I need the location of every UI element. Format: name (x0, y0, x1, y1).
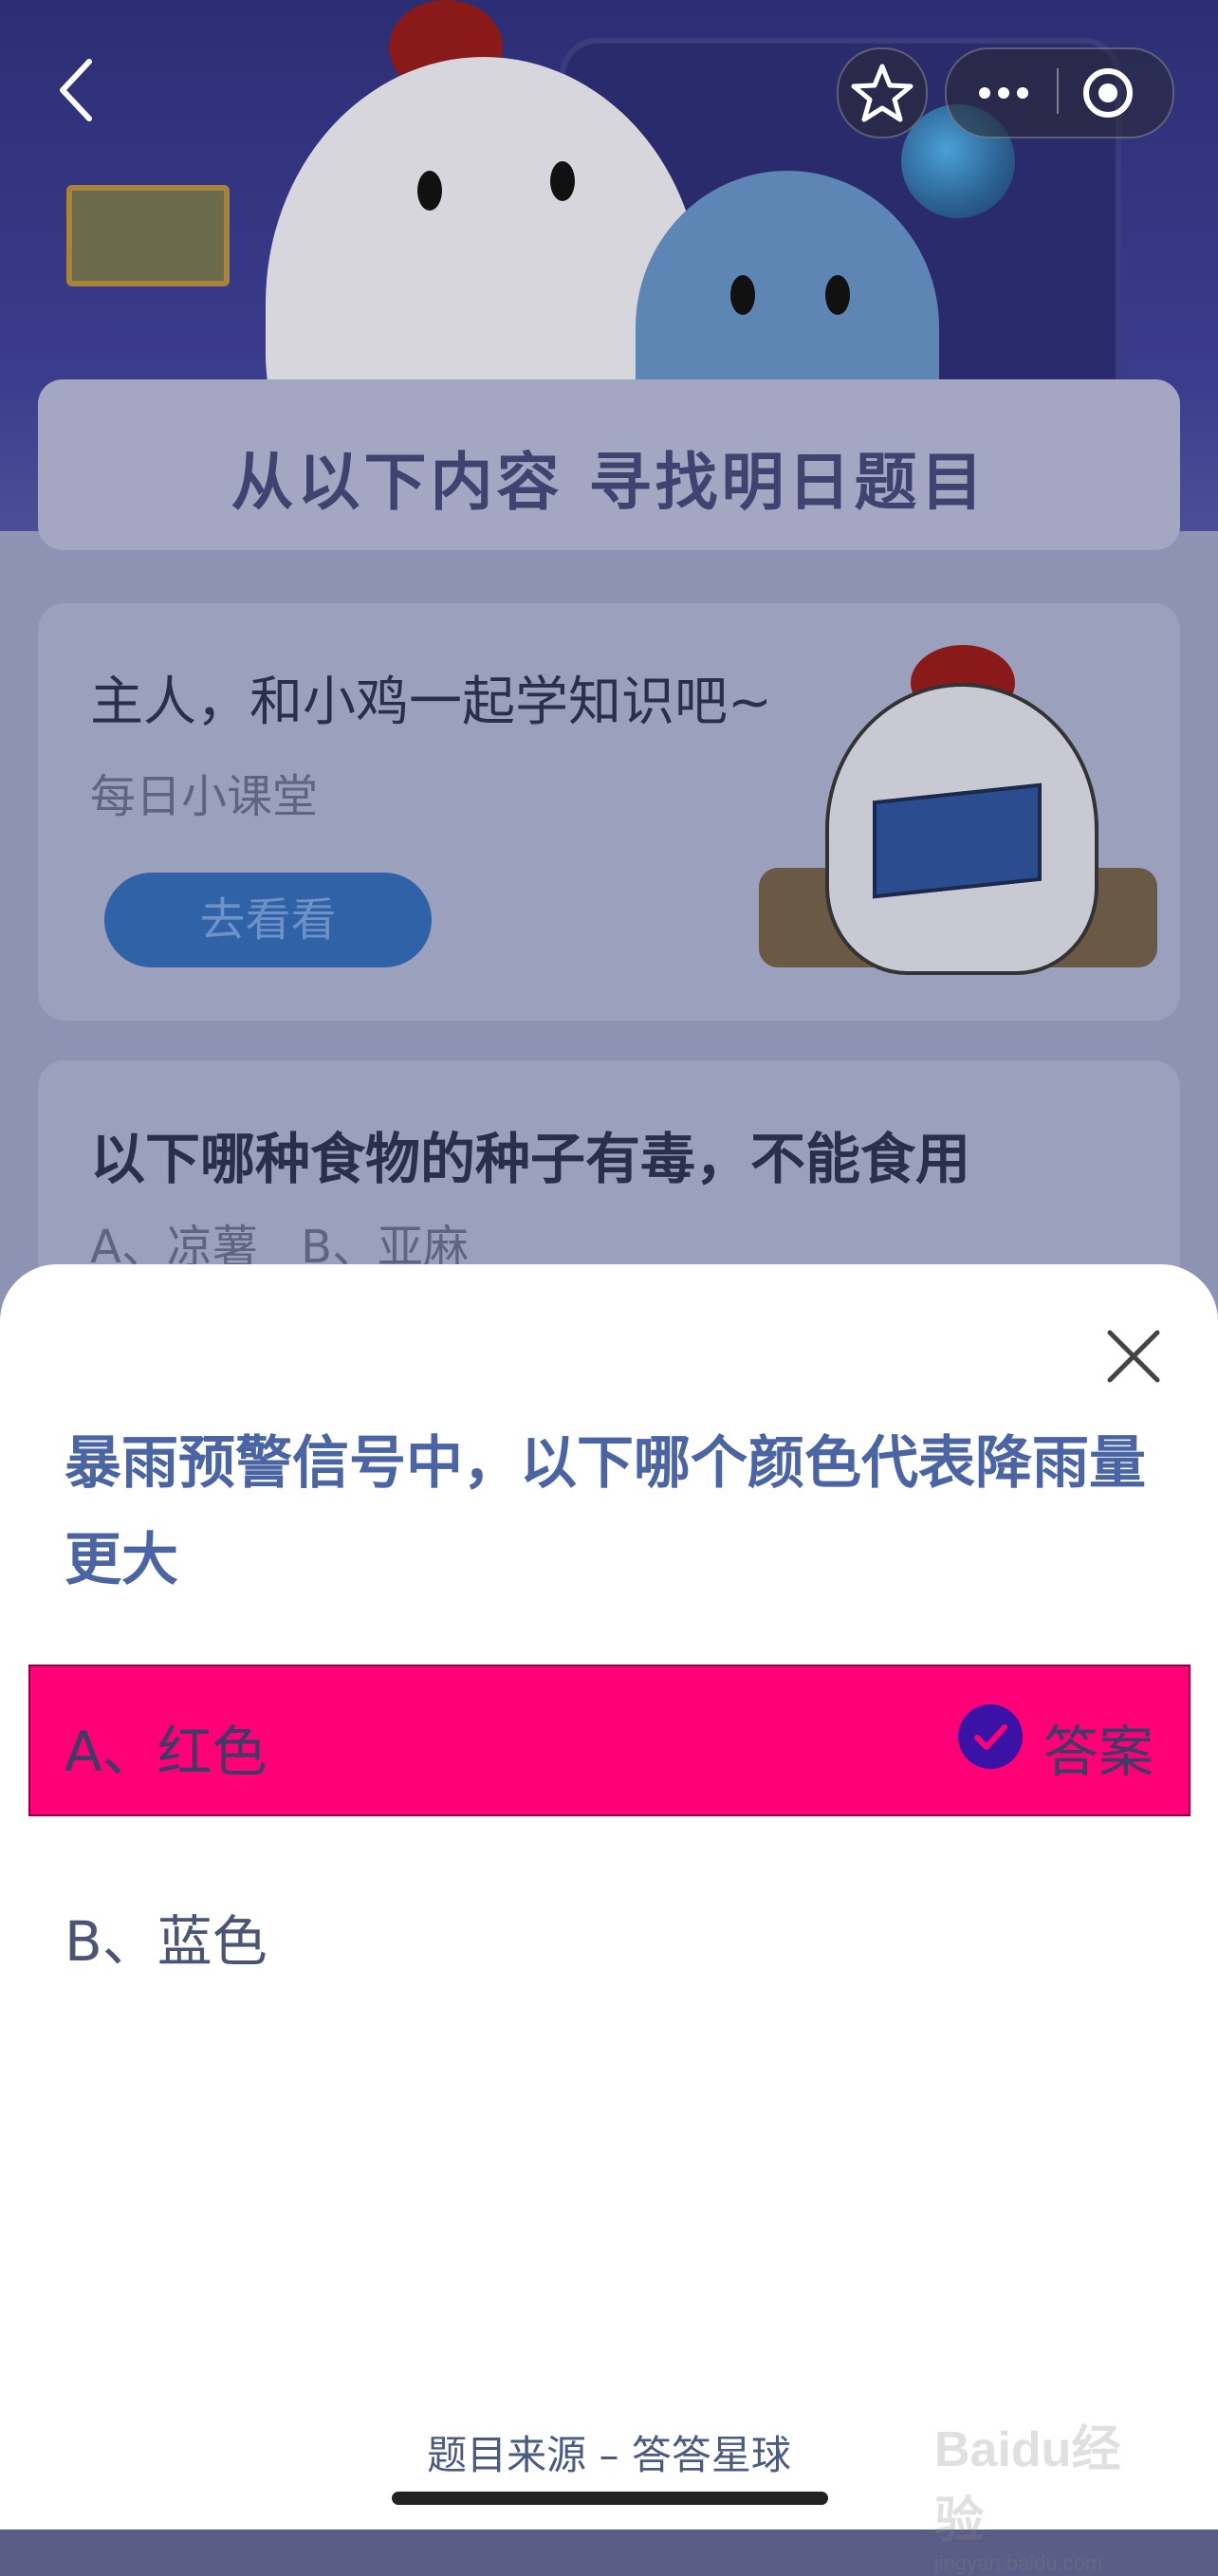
watermark-text: Baidu经验 (934, 2422, 1121, 2548)
home-indicator[interactable] (392, 2492, 828, 2505)
alien-eye-right (825, 275, 850, 315)
more-button[interactable] (975, 70, 1032, 116)
back-button[interactable] (47, 52, 104, 128)
quiz-card-question: 以下哪种食物的种子有毒，不能食用 (90, 1127, 971, 1191)
chick-eye-right (550, 161, 575, 201)
check-circle-icon (958, 1704, 1023, 1769)
watermark-subtext: jingyan.baidu.com (934, 2551, 1103, 2575)
close-sheet-button[interactable] (1100, 1323, 1167, 1389)
capsule-divider (1057, 68, 1059, 114)
close-icon (1107, 1330, 1160, 1383)
find-banner-title: 从以下内容 寻找明日题目 (231, 446, 987, 519)
sheet-question: 暴雨预警信号中，以下哪个颜色代表降雨量更大 (65, 1430, 1146, 1593)
go-see-button[interactable]: 去看看 (104, 873, 432, 967)
answer-tag: 答案 (1043, 1720, 1154, 1784)
option-a-label: A、红色 (65, 1720, 268, 1784)
book-illustration (873, 782, 1042, 899)
star-icon (851, 64, 914, 122)
target-icon (1083, 68, 1133, 118)
baidu-watermark: Baidu经验 jingyan.baidu.com (934, 2409, 1162, 2575)
alien-eye-left (730, 275, 755, 315)
lesson-card-title: 主人，和小鸡一起学知识吧~ (90, 672, 772, 733)
miniapp-capsule (945, 47, 1174, 138)
chevron-left-icon (60, 59, 92, 121)
ellipsis-icon (979, 87, 1028, 99)
exit-miniapp-button[interactable] (1080, 64, 1136, 121)
lesson-card-subtitle: 每日小课堂 (90, 770, 319, 823)
medal-frame-illustration (66, 185, 230, 286)
option-b-row[interactable]: B、蓝色 (65, 1897, 268, 1977)
chick-eye-left (417, 171, 442, 211)
favorite-button[interactable] (837, 47, 928, 138)
